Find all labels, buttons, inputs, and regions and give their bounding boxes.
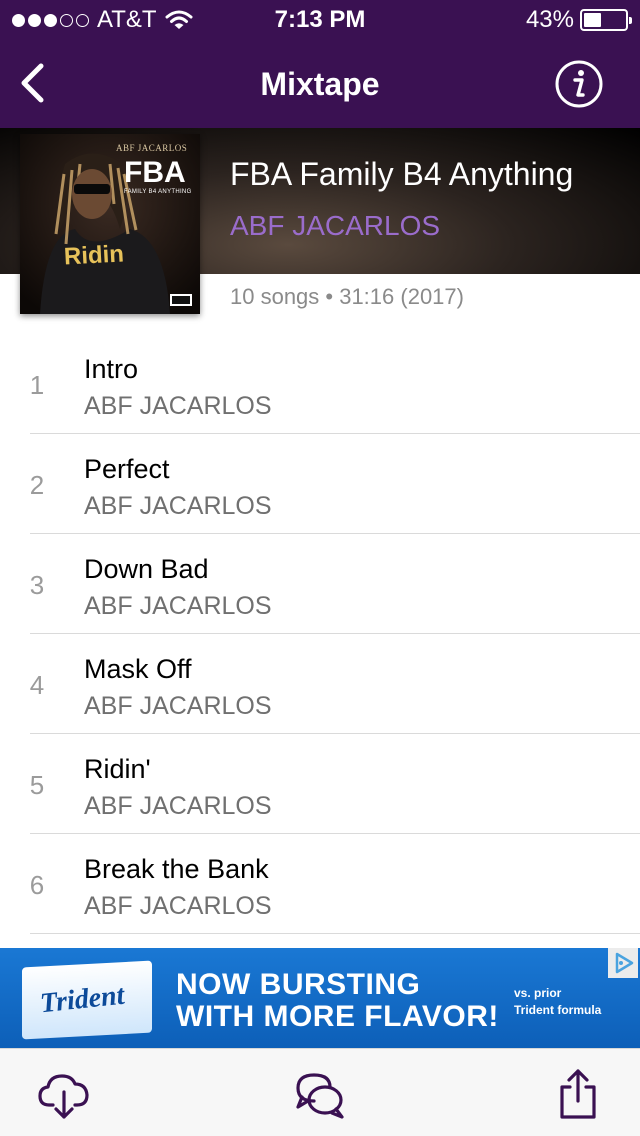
album-cover-artist-text: ABF JACARLOS <box>116 143 188 153</box>
album-cover[interactable]: ABF JACARLOS FBA FAMILY B4 ANYTHING Ridi… <box>20 134 200 314</box>
album-cover-tagline: FAMILY B4 ANYTHING <box>124 189 192 195</box>
info-button[interactable] <box>554 59 604 109</box>
info-circle-icon <box>555 60 603 108</box>
track-artist: ABF JACARLOS <box>84 792 272 820</box>
track-row[interactable]: 3 Down Bad ABF JACARLOS <box>0 534 640 634</box>
ad-choices-button[interactable] <box>608 948 638 978</box>
track-artist: ABF JACARLOS <box>84 592 272 620</box>
track-artist: ABF JACARLOS <box>84 892 272 920</box>
album-artist-link[interactable]: ABF JACARLOS <box>230 210 440 242</box>
navigation-bar: Mixtape <box>0 40 640 128</box>
track-number: 4 <box>29 670 45 700</box>
track-title: Down Bad <box>84 554 209 584</box>
share-button[interactable] <box>550 1067 606 1123</box>
ad-footnote-line1: vs. prior <box>514 986 562 1000</box>
album-title: FBA Family B4 Anything <box>230 156 574 192</box>
track-list: 1 Intro ABF JACARLOS 2 Perfect ABF JACAR… <box>0 334 640 934</box>
track-artist: ABF JACARLOS <box>84 692 272 720</box>
comments-button[interactable] <box>292 1067 348 1123</box>
track-title: Perfect <box>84 454 170 484</box>
track-number: 5 <box>29 770 45 800</box>
divider <box>30 933 640 934</box>
track-artist: ABF JACARLOS <box>84 392 272 420</box>
battery-icon <box>580 9 632 31</box>
track-title: Ridin' <box>84 754 151 784</box>
download-button[interactable] <box>36 1067 92 1123</box>
track-row[interactable]: 4 Mask Off ABF JACARLOS <box>0 634 640 734</box>
status-bar: AT&T 7:13 PM 43% <box>0 0 640 40</box>
ad-headline-line2: WITH MORE FLAVOR! <box>176 1000 499 1033</box>
album-cover-title-text: FBA <box>124 156 186 189</box>
album-meta: 10 songs • 31:16 (2017) <box>230 284 464 309</box>
ad-footnote-line2: Trident formula <box>514 1003 602 1017</box>
chat-bubbles-icon <box>296 1073 344 1119</box>
track-row[interactable]: 6 Break the Bank ABF JACARLOS <box>0 834 640 934</box>
track-title: Break the Bank <box>84 854 269 884</box>
track-number: 1 <box>29 370 45 400</box>
track-title: Intro <box>84 354 139 384</box>
track-title: Mask Off <box>84 654 192 684</box>
cloud-download-icon <box>38 1074 89 1119</box>
track-artist: ABF JACARLOS <box>84 492 272 520</box>
track-number: 3 <box>29 570 45 600</box>
track-row[interactable]: 2 Perfect ABF JACARLOS <box>0 434 640 534</box>
ad-banner[interactable]: Trident NOW BURSTING WITH MORE FLAVOR! v… <box>0 948 640 1048</box>
track-number: 2 <box>29 470 45 500</box>
track-number: 6 <box>29 870 45 900</box>
share-icon <box>560 1069 596 1119</box>
track-row[interactable]: 5 Ridin' ABF JACARLOS <box>0 734 640 834</box>
track-row[interactable]: 1 Intro ABF JACARLOS <box>0 334 640 434</box>
ad-choices-icon <box>615 952 634 974</box>
battery-level <box>584 13 601 27</box>
battery-percent: 43% <box>525 6 574 33</box>
page-title: Mixtape <box>260 66 380 102</box>
album-cover-ridin-text: Ridin <box>63 240 125 271</box>
bottom-toolbar <box>0 1048 640 1136</box>
ad-headline-line1: NOW BURSTING <box>176 968 421 1001</box>
battery-status: 43% <box>525 6 632 34</box>
